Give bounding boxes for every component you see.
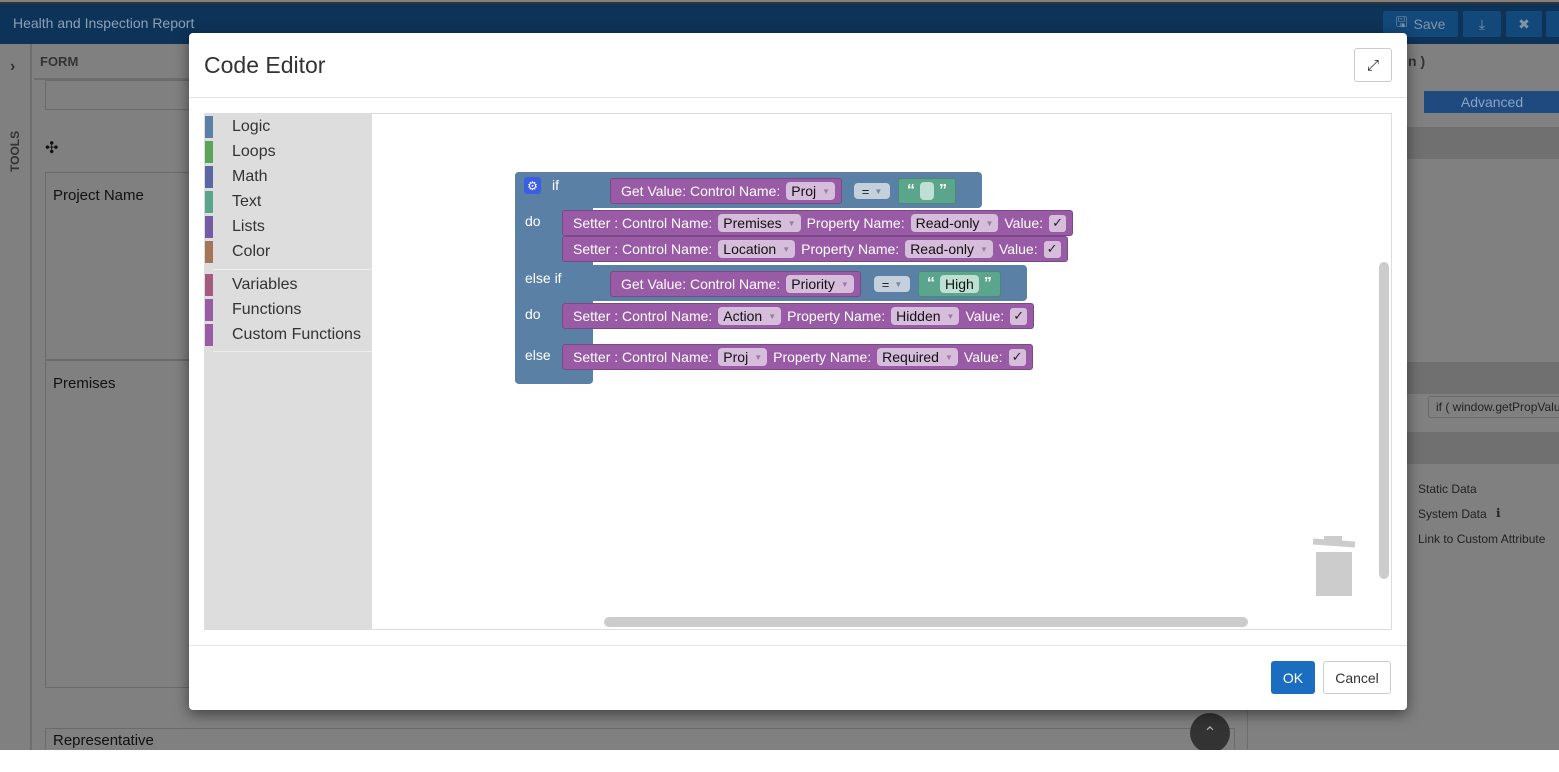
ok-button[interactable]: OK	[1271, 661, 1315, 694]
move-icon[interactable]: ✣	[45, 138, 58, 158]
category-label: Logic	[232, 118, 271, 135]
value-checkbox[interactable]: ✓	[1043, 240, 1061, 258]
divider	[189, 97, 1407, 98]
horizontal-scrollbar[interactable]	[604, 617, 1248, 627]
get-value-block[interactable]: Get Value: Control Name: Proj ▼	[610, 178, 843, 204]
app-title: Health and Inspection Report	[13, 15, 195, 31]
category-label: Color	[232, 243, 271, 260]
value-checkbox[interactable]: ✓	[1049, 214, 1067, 232]
toolbox: Logic Loops Math Text Lists Color Variables Fun…	[205, 114, 372, 629]
toolbox-category-text[interactable]: Text	[205, 191, 372, 213]
category-color-swatch	[205, 299, 213, 321]
get-value-block[interactable]: Get Value: Control Name: Priority ▼	[610, 271, 861, 297]
text-value-field[interactable]	[920, 182, 934, 200]
text-block[interactable]: “”	[898, 178, 956, 204]
field-label: Representative	[53, 732, 154, 749]
toolbox-category-loops[interactable]: Loops	[205, 141, 372, 163]
setter-block[interactable]: Setter : Control Name: Location ▼ Property …	[562, 236, 1068, 262]
info-icon[interactable]: ℹ	[1496, 506, 1501, 520]
category-label: Loops	[232, 143, 276, 160]
else-if-keyword: else if	[525, 270, 562, 286]
radio-system-data[interactable]: System Data	[1418, 507, 1487, 521]
category-label: Variables	[232, 276, 298, 293]
setter-block[interactable]: Setter : Control Name: Proj ▼ Property Name…	[562, 344, 1033, 370]
control-dropdown[interactable]: Action ▼	[718, 307, 782, 325]
operator-dropdown[interactable]: = ▼	[874, 276, 910, 292]
chevron-right-icon[interactable]: ›	[10, 58, 15, 76]
field-label: Project Name	[53, 187, 144, 204]
scroll-top-button[interactable]: ⌃	[1190, 713, 1230, 750]
expand-icon: ⤢	[1366, 56, 1379, 74]
category-label: Lists	[232, 218, 265, 235]
radio-static-data[interactable]: Static Data	[1418, 482, 1477, 496]
text-block[interactable]: “High”	[918, 271, 1001, 297]
divider	[189, 645, 1407, 646]
control-dropdown[interactable]: Premises ▼	[718, 214, 801, 232]
toolbox-category-lists[interactable]: Lists	[205, 216, 372, 238]
property-dropdown[interactable]: Read-only ▼	[905, 240, 993, 258]
toolbox-category-color[interactable]: Color	[205, 241, 372, 263]
value-checkbox[interactable]: ✓	[1008, 348, 1026, 366]
close-icon: ✖	[1518, 15, 1530, 32]
toolbox-category-math[interactable]: Math	[205, 166, 372, 188]
control-dropdown[interactable]: Priority ▼	[786, 275, 854, 293]
category-color-swatch	[205, 166, 213, 188]
code-editor-modal: Code Editor ⤢ Logic Loops Math Text Lists Col…	[189, 33, 1407, 710]
toolbox-category-functions[interactable]: Functions	[205, 299, 372, 321]
setter-block[interactable]: Setter : Control Name: Action ▼ Property Na…	[562, 303, 1035, 329]
tools-panel[interactable]: › TOOLS	[0, 44, 32, 750]
code-preview-field[interactable]: if ( window.getPropValu	[1428, 396, 1559, 418]
toolbox-separator	[213, 351, 372, 352]
control-dropdown[interactable]: Proj ▼	[786, 182, 836, 200]
do-keyword: do	[525, 213, 541, 229]
tools-label: TOOLS	[8, 130, 22, 172]
form-field-representative	[45, 728, 1235, 750]
category-color-swatch	[205, 141, 213, 163]
category-label: Math	[232, 168, 268, 185]
property-dropdown[interactable]: Hidden ▼	[891, 307, 960, 325]
modal-title: Code Editor	[204, 52, 326, 78]
category-label: Custom Functions	[232, 326, 361, 343]
download-button[interactable]: ⤓	[1463, 11, 1501, 37]
else-keyword: else	[525, 347, 551, 363]
setter-block[interactable]: Setter : Control Name: Premises ▼ Property …	[562, 210, 1074, 236]
trash-icon[interactable]	[1312, 536, 1356, 596]
toolbox-category-custom-functions[interactable]: Custom Functions	[205, 324, 372, 346]
gear-icon[interactable]: ⚙	[524, 177, 541, 194]
vertical-scrollbar[interactable]	[1379, 262, 1389, 579]
do-keyword: do	[525, 306, 541, 322]
property-dropdown[interactable]: Read-only ▼	[910, 214, 999, 232]
more-button[interactable]	[1546, 11, 1559, 37]
property-dropdown[interactable]: Required ▼	[877, 348, 958, 366]
close-button[interactable]: ✖	[1506, 11, 1542, 37]
category-color-swatch	[205, 191, 213, 213]
category-label: Text	[232, 193, 262, 210]
radio-custom-attribute[interactable]: Link to Custom Attribute	[1418, 532, 1545, 546]
control-dropdown[interactable]: Location ▼	[718, 240, 796, 258]
download-icon: ⤓	[1478, 15, 1486, 32]
category-color-swatch	[205, 116, 213, 138]
category-color-swatch	[205, 241, 213, 263]
expand-button[interactable]: ⤢	[1354, 48, 1392, 82]
category-color-swatch	[205, 324, 213, 346]
toolbox-separator	[213, 269, 372, 270]
toolbox-category-variables[interactable]: Variables	[205, 274, 372, 296]
operator-dropdown[interactable]: = ▼	[854, 183, 890, 199]
cancel-button[interactable]: Cancel	[1323, 661, 1391, 694]
value-checkbox[interactable]: ✓	[1010, 307, 1028, 325]
toolbox-category-logic[interactable]: Logic	[205, 116, 372, 138]
if-keyword: if	[552, 177, 559, 193]
category-label: Functions	[232, 301, 302, 318]
category-color-swatch	[205, 274, 213, 296]
text-value-field[interactable]: High	[940, 275, 979, 293]
field-label: Premises	[53, 375, 116, 392]
tab-advanced[interactable]: Advanced	[1424, 91, 1559, 113]
control-dropdown[interactable]: Proj ▼	[718, 348, 768, 366]
blockly-workspace[interactable]: Logic Loops Math Text Lists Color Variables Fun…	[204, 113, 1392, 630]
category-color-swatch	[205, 216, 213, 238]
